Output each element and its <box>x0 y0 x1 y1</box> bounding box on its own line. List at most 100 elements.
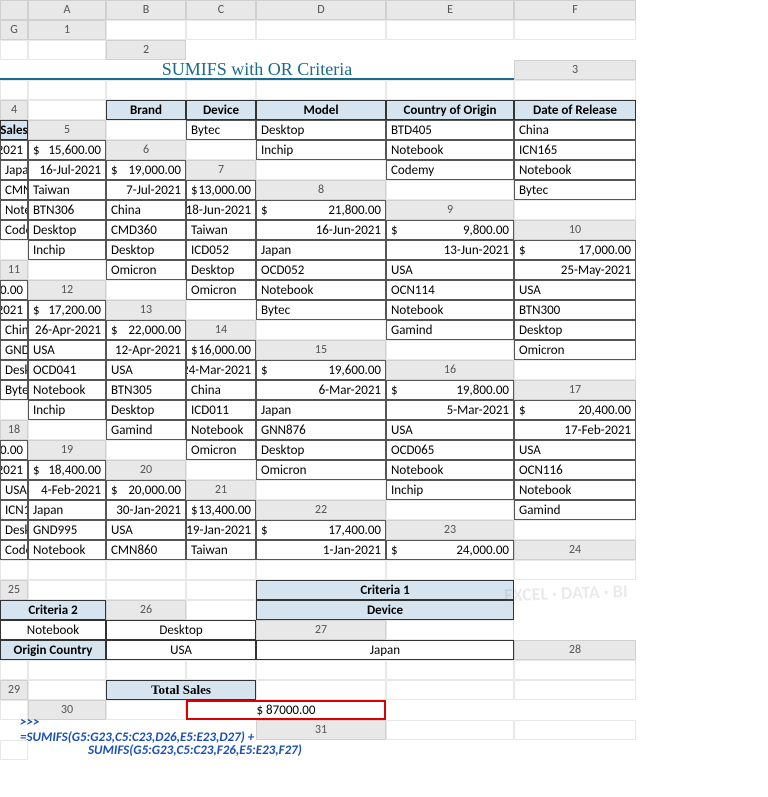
empty-cell <box>186 20 256 40</box>
empty-cell <box>186 460 256 480</box>
row-header-1[interactable]: 1 <box>28 20 106 40</box>
empty-cell <box>514 560 636 580</box>
cell-date: 26-Apr-2021 <box>28 320 106 340</box>
row-header-11[interactable]: 11 <box>0 260 28 280</box>
cell-model: OCD041 <box>28 360 106 380</box>
cell-sales: $21,800.00 <box>256 200 386 220</box>
criteria-2-header: Criteria 2 <box>0 600 106 620</box>
row-header-9[interactable]: 9 <box>386 200 514 220</box>
cell-date: 6-Mar-2021 <box>256 380 386 400</box>
empty-cell <box>386 20 514 40</box>
cell-sales: $12,400.00 <box>0 440 28 460</box>
cell-sales: $22,000.00 <box>106 320 186 340</box>
cell-model: OCD052 <box>256 260 386 280</box>
cell-device: Notebook <box>28 380 106 400</box>
empty-cell <box>106 80 186 100</box>
table-header-0: Brand <box>106 100 186 120</box>
empty-cell <box>28 420 106 440</box>
cell-model: OCN114 <box>386 280 514 300</box>
row-header-18[interactable]: 18 <box>0 420 28 440</box>
criteria-label-1: Origin Country <box>0 640 106 660</box>
empty-cell <box>106 660 186 680</box>
row-header-17[interactable]: 17 <box>514 380 636 400</box>
table-header-1: Device <box>186 100 256 120</box>
sales-value: 19,000.00 <box>128 163 181 178</box>
empty-cell <box>28 560 106 580</box>
empty-cell <box>106 440 186 460</box>
row-header-3[interactable]: 3 <box>514 60 636 80</box>
cell-date: 18-Jul-2021 <box>0 140 28 160</box>
column-header-A[interactable]: A <box>28 0 106 20</box>
currency-symbol: $ <box>191 183 198 198</box>
empty-cell <box>186 560 256 580</box>
currency-symbol: $ <box>261 363 268 378</box>
cell-date: 25-May-2021 <box>514 260 636 280</box>
cell-date: 17-Feb-2021 <box>514 420 636 440</box>
cell-model: GND967 <box>0 340 28 360</box>
sales-value: 15,600.00 <box>48 143 101 158</box>
cell-model: GND995 <box>28 520 106 540</box>
currency-symbol: $ <box>261 523 268 538</box>
row-header-20[interactable]: 20 <box>106 460 186 480</box>
empty-cell <box>0 560 28 580</box>
table-header-2: Model <box>256 100 386 120</box>
cell-device: Desktop <box>106 400 186 420</box>
cell-device: Notebook <box>386 460 514 480</box>
row-header-26[interactable]: 26 <box>106 600 186 620</box>
row-header-13[interactable]: 13 <box>106 300 186 320</box>
row-header-10[interactable]: 10 <box>514 220 636 240</box>
row-header-28[interactable]: 28 <box>514 640 636 660</box>
formula-line-2: SUMIFS(G5:G23,C5:C23,F26,E5:E23,F27) <box>28 740 386 760</box>
currency-symbol: $ <box>191 503 198 518</box>
row-header-29[interactable]: 29 <box>0 680 28 700</box>
row-header-31[interactable]: 31 <box>256 720 386 740</box>
cell-device: Notebook <box>256 280 386 300</box>
row-header-2[interactable]: 2 <box>106 40 186 60</box>
row-header-12[interactable]: 12 <box>28 280 106 300</box>
empty-cell <box>386 560 514 580</box>
column-header-F[interactable]: F <box>514 0 636 20</box>
column-header-D[interactable]: D <box>256 0 386 20</box>
row-header-7[interactable]: 7 <box>186 160 256 180</box>
row-header-14[interactable]: 14 <box>186 320 256 340</box>
row-header-6[interactable]: 6 <box>106 140 186 160</box>
cell-model: ICN142 <box>0 500 28 520</box>
empty-cell <box>514 80 636 100</box>
row-header-25[interactable]: 25 <box>0 580 28 600</box>
cell-sales: $20,400.00 <box>514 400 636 420</box>
cell-country: USA <box>28 340 106 360</box>
row-header-19[interactable]: 19 <box>28 440 106 460</box>
row-header-23[interactable]: 23 <box>386 520 514 540</box>
empty-cell <box>256 320 386 340</box>
cell-device: Desktop <box>514 320 636 340</box>
row-header-4[interactable]: 4 <box>0 100 28 120</box>
column-header-B[interactable]: B <box>106 0 186 20</box>
empty-cell <box>514 200 636 220</box>
cell-country: Japan <box>256 240 386 260</box>
row-header-22[interactable]: 22 <box>256 500 386 520</box>
empty-cell <box>386 500 514 520</box>
row-header-16[interactable]: 16 <box>386 360 514 380</box>
empty-cell <box>514 720 636 740</box>
row-header-15[interactable]: 15 <box>256 340 386 360</box>
row-header-8[interactable]: 8 <box>256 180 386 200</box>
currency-symbol: $ <box>391 223 398 238</box>
row-header-5[interactable]: 5 <box>28 120 106 140</box>
empty-cell <box>256 480 386 500</box>
column-header-G[interactable]: G <box>0 20 28 40</box>
sales-value: 13,400.00 <box>198 503 251 518</box>
row-header-27[interactable]: 27 <box>256 620 386 640</box>
currency-symbol: $ <box>33 463 40 478</box>
corner-cell[interactable] <box>0 0 28 20</box>
cell-country: Japan <box>0 160 28 180</box>
row-header-24[interactable]: 24 <box>514 540 636 560</box>
spreadsheet: ABCDEFG12SUMIFS with OR Criteria34BrandD… <box>0 0 768 760</box>
empty-cell <box>28 580 106 600</box>
cell-brand: Omicron <box>106 260 186 280</box>
column-header-E[interactable]: E <box>386 0 514 20</box>
empty-cell <box>106 20 186 40</box>
empty-cell <box>256 20 386 40</box>
column-header-C[interactable]: C <box>186 0 256 20</box>
row-header-21[interactable]: 21 <box>186 480 256 500</box>
empty-cell <box>0 240 28 260</box>
